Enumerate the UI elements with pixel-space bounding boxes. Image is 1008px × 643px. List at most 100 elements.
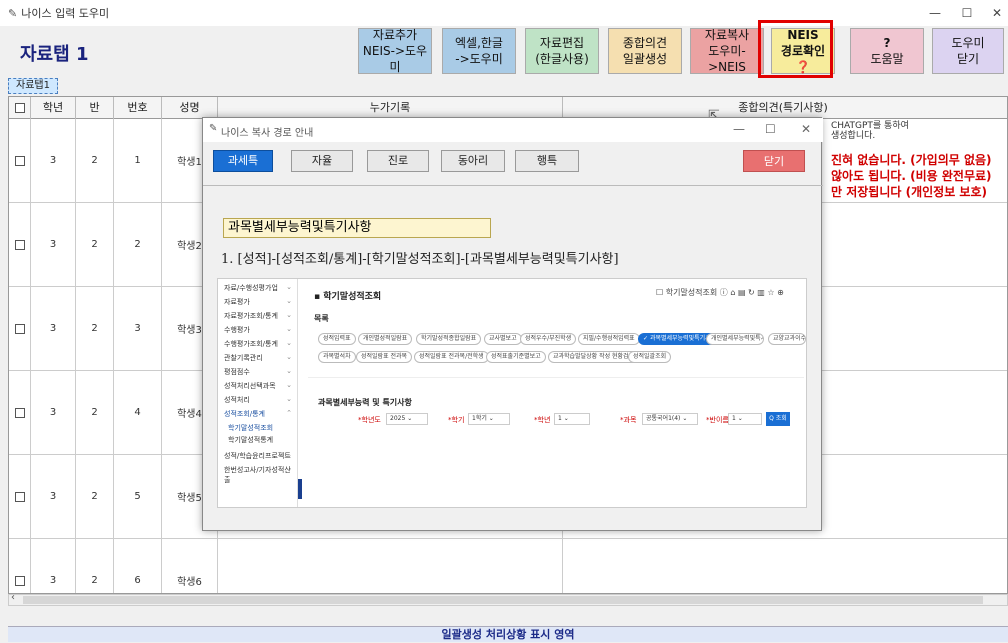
- header-select-all[interactable]: [9, 97, 31, 119]
- copy-to-neis-label1: 자료복사: [704, 28, 750, 42]
- neis-side-menu: 자료/수행성평가업 ⌄ 자료평가 ⌄ 자료평가조회/통계 ⌄ 수행평가 ⌄ 수행평가조회…: [218, 279, 298, 507]
- neis-report-pill: 성적일람표 전과목/전학생: [414, 351, 489, 363]
- add-data-label2: NEIS->도우미: [362, 44, 428, 74]
- guide-heading: 과목별세부능력및특기사항: [223, 218, 491, 238]
- edit-data-label1: 자료편집: [539, 36, 585, 50]
- cell-grade: 3: [31, 455, 76, 538]
- feather-icon: ✎: [209, 123, 218, 134]
- edit-data-label2: (한글사용): [535, 52, 589, 66]
- neis-report-pill: 학기말성적종합일람표: [416, 333, 482, 345]
- neis-filter-select: 1학기 ⌄: [468, 413, 510, 425]
- dialog-title-bar: ✎ 나이스 복사 경로 안내 — ☐ ✕: [203, 118, 823, 142]
- close-helper-button[interactable]: 도우미닫기: [932, 28, 1004, 74]
- table-row[interactable]: 3 2 6 학생6: [9, 539, 1007, 593]
- excel-import-label1: 엑셀,한글: [455, 36, 503, 50]
- cell-class: 2: [76, 203, 114, 286]
- neis-report-pill: 교과학습발달상황 작성 현황검색: [548, 351, 640, 363]
- bulk-generate-label1: 종합의견: [622, 36, 668, 50]
- tab-autonomy[interactable]: 자율: [291, 150, 353, 172]
- neis-subtitle: 과목별세부능력 및 특기사항: [318, 398, 412, 407]
- row-checkbox[interactable]: [14, 155, 25, 166]
- neis-report-pill: 지필/수행성적입력표: [578, 333, 640, 345]
- neis-filter-label: *학년: [534, 416, 551, 424]
- cell-number: 5: [114, 455, 162, 538]
- scroll-left-icon[interactable]: ‹: [11, 592, 15, 603]
- dialog-close-button[interactable]: 닫기: [743, 150, 805, 172]
- row-checkbox[interactable]: [14, 491, 25, 502]
- dialog-maximize-button[interactable]: ☐: [765, 122, 776, 136]
- cell-grade: 3: [31, 203, 76, 286]
- close-helper-label1: 도우미: [951, 36, 985, 50]
- row-checkbox[interactable]: [14, 323, 25, 334]
- row-checkbox[interactable]: [14, 575, 25, 586]
- cell-class: 2: [76, 119, 114, 202]
- header-summary: 종합의견(특기사항): [738, 101, 828, 114]
- title-bar: ✎ 나이스 입력 도우미: [0, 0, 1008, 26]
- cell-name: 학생6: [162, 539, 218, 593]
- cell-class: 2: [76, 539, 114, 593]
- row-checkbox[interactable]: [14, 407, 25, 418]
- maximize-button[interactable]: ☐: [950, 0, 984, 26]
- cell-number: 4: [114, 371, 162, 454]
- help-icon: ?: [883, 36, 891, 50]
- neis-menu-item: 성적/학습윤리프로젝트 ⌄: [224, 451, 292, 460]
- summary-note: CHATGPT를 통하여 생성합니다.: [831, 121, 909, 141]
- neis-report-pill: 교사별보고: [484, 333, 522, 345]
- neis-report-pill: 개인별성적일람표: [358, 333, 413, 345]
- dialog-title: 나이스 복사 경로 안내: [221, 128, 314, 139]
- neis-page-title: ▪ 학기말성적조회: [314, 292, 382, 302]
- tab-behavior[interactable]: 행특: [515, 150, 579, 172]
- guide-path: 1. [성적]-[성적조회/통계]-[학기말성적조회]-[과목별세부능력및특기사…: [221, 252, 619, 267]
- copy-to-neis-button[interactable]: 자료복사도우미->NEIS: [690, 28, 764, 74]
- neis-report-pill: 성적우수/부진학생: [520, 333, 577, 345]
- bulk-generate-button[interactable]: 종합의견 일괄생성: [608, 28, 682, 74]
- grid-header: 학년 반 번호 성명 누가기록 종합의견(특기사항): [9, 97, 1007, 119]
- neis-filter-label: *과목: [620, 416, 637, 424]
- close-window-button[interactable]: ✕: [980, 0, 1008, 26]
- neis-menu-item: 평점점수 ⌄: [224, 367, 292, 376]
- help-button[interactable]: ? 도움말: [850, 28, 924, 74]
- neis-filter-label: *학기: [448, 416, 465, 424]
- neis-report-pill: 교양교과이수여부: [768, 333, 806, 345]
- neis-filter-label: *반이름: [706, 416, 729, 424]
- cell-grade: 3: [31, 119, 76, 202]
- minimize-button[interactable]: —: [918, 0, 952, 26]
- cell-grade: 3: [31, 539, 76, 593]
- add-data-button[interactable]: 자료추가 NEIS->도우미: [358, 28, 432, 74]
- cell-grade: 3: [31, 287, 76, 370]
- neis-filter-select: 2025 ⌄: [386, 413, 428, 425]
- neis-menu-item: 자료평가 ⌄: [224, 297, 292, 306]
- tab-data-1[interactable]: 자료탭1: [8, 78, 58, 94]
- tab-club[interactable]: 동아리: [441, 150, 505, 172]
- neis-filter-select: 1 ⌄: [728, 413, 762, 425]
- highlight-box: [758, 20, 833, 78]
- tab-subject[interactable]: 과세특: [213, 150, 273, 172]
- close-helper-label2: 닫기: [956, 52, 980, 66]
- neis-screenshot: 자료/수행성평가업 ⌄ 자료평가 ⌄ 자료평가조회/통계 ⌄ 수행평가 ⌄ 수행평가조회…: [217, 278, 807, 508]
- neis-filter-select: 공통국어1(4) ⌄: [642, 413, 698, 425]
- cell-summary[interactable]: [563, 539, 1003, 593]
- tab-career[interactable]: 진로: [367, 150, 429, 172]
- header-name: 성명: [162, 97, 218, 119]
- excel-import-button[interactable]: 엑셀,한글 ->도우미: [442, 28, 516, 74]
- neis-toolbar: ☐ 학기말성적조회 ⓘ ⌂ ▤ ↻ ▥ ☆ ⊕: [656, 288, 784, 297]
- header-class: 반: [76, 97, 114, 119]
- checkbox[interactable]: [14, 103, 25, 113]
- neis-menu-item: 자료평가조회/통계 ⌄: [224, 311, 292, 320]
- scroll-thumb[interactable]: [23, 596, 983, 604]
- cell-number: 1: [114, 119, 162, 202]
- feather-icon: ✎: [8, 6, 18, 20]
- dialog-close-x-button[interactable]: ✕: [801, 122, 811, 136]
- copy-to-neis-label2: 도우미->NEIS: [708, 44, 746, 74]
- excel-import-label2: ->도우미: [455, 52, 503, 66]
- cell-class: 2: [76, 455, 114, 538]
- row-checkbox[interactable]: [14, 239, 25, 250]
- header-cumulative-record: 누가기록: [218, 97, 563, 119]
- cell-grade: 3: [31, 371, 76, 454]
- horizontal-scrollbar[interactable]: ‹: [8, 592, 1008, 606]
- help-label: 도움말: [870, 52, 904, 66]
- dialog-minimize-button[interactable]: —: [733, 122, 745, 136]
- cell-number: 6: [114, 539, 162, 593]
- cell-record[interactable]: [218, 539, 563, 593]
- edit-data-button[interactable]: 자료편집 (한글사용): [525, 28, 599, 74]
